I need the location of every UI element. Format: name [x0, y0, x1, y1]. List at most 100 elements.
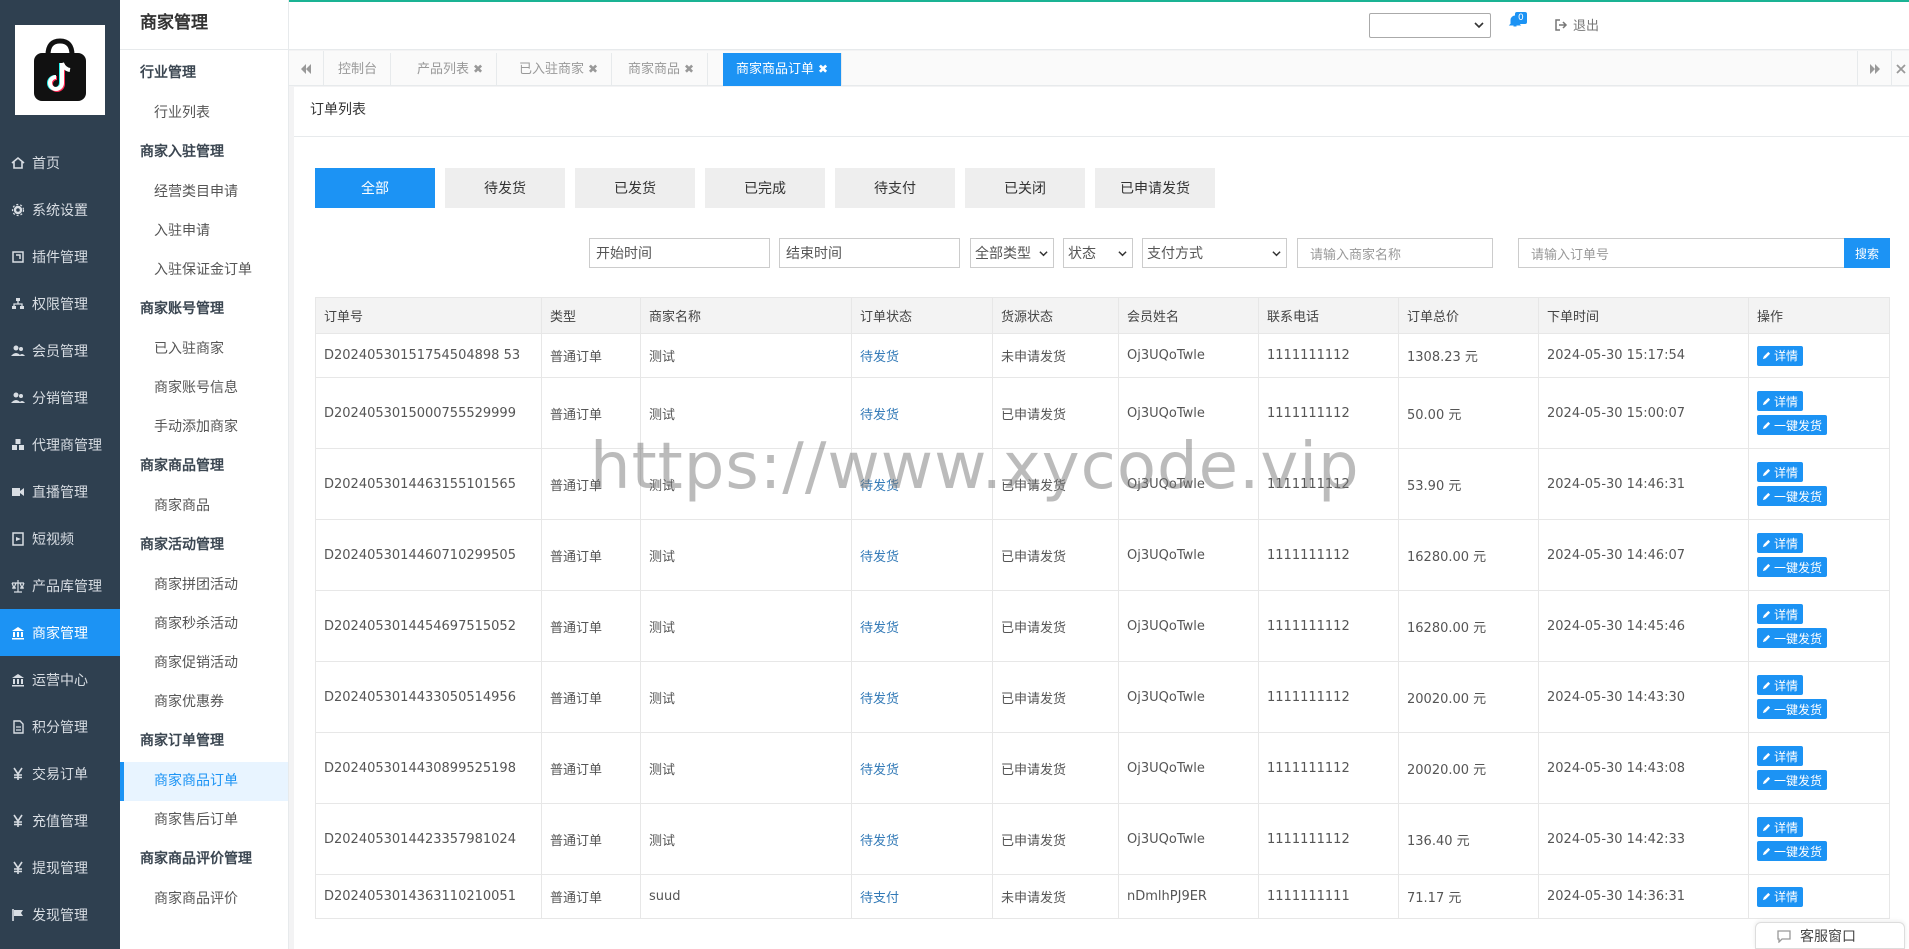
detail-button[interactable]: 详情 — [1757, 886, 1804, 907]
subnav-item[interactable]: 商家商品订单 — [120, 762, 288, 801]
detail-button[interactable]: 详情 — [1757, 675, 1804, 695]
status-filter-button[interactable]: 已关闭 — [965, 168, 1085, 208]
edit-icon — [1762, 752, 1771, 760]
cell-status[interactable]: 待发货 — [851, 519, 993, 591]
ship-button[interactable]: 一键发货 — [1757, 486, 1828, 506]
detail-button[interactable]: 详情 — [1757, 817, 1804, 837]
subnav-group-title[interactable]: 行业管理 — [140, 62, 196, 82]
subnav-item[interactable]: 入驻保证金订单 — [120, 251, 288, 290]
pay-method-select[interactable]: 支付方式 — [1142, 238, 1287, 268]
detail-button[interactable]: 详情 — [1757, 604, 1804, 624]
top-select[interactable] — [1369, 13, 1491, 38]
type-select[interactable]: 全部类型 — [970, 238, 1054, 268]
subnav-item[interactable]: 商家优惠券 — [120, 683, 288, 722]
ship-button[interactable]: 一键发货 — [1757, 699, 1828, 719]
nav-item-1[interactable]: 首页 — [0, 139, 120, 186]
ship-button[interactable]: 一键发货 — [1757, 770, 1828, 790]
tab-4[interactable]: 商家商品 ✖ — [615, 53, 709, 86]
status-filter-button[interactable]: 已申请发货 — [1095, 168, 1215, 208]
edit-icon — [1762, 563, 1771, 571]
subnav-item[interactable]: 商家商品 — [120, 487, 288, 526]
detail-button[interactable]: 详情 — [1757, 391, 1804, 411]
tabs-scroll-left[interactable] — [289, 51, 324, 86]
subnav-group-title[interactable]: 商家商品管理 — [140, 455, 224, 475]
subnav-group-title[interactable]: 商家账号管理 — [140, 298, 224, 318]
nav-item-7[interactable]: 代理商管理 — [0, 421, 120, 468]
subnav-item[interactable]: 经营类目申请 — [120, 173, 288, 212]
nav-item-9[interactable]: 短视频 — [0, 515, 120, 562]
tab-close-icon[interactable]: ✖ — [588, 62, 598, 76]
cell-status[interactable]: 待发货 — [851, 333, 993, 378]
nav-item-2[interactable]: 系统设置 — [0, 186, 120, 233]
status-filter-button[interactable]: 全部 — [315, 168, 435, 208]
app-logo[interactable] — [15, 25, 105, 115]
cell-status[interactable]: 待发货 — [851, 803, 993, 875]
ship-button[interactable]: 一键发货 — [1757, 415, 1828, 435]
detail-button[interactable]: 详情 — [1757, 345, 1804, 366]
status-filter-button[interactable]: 已完成 — [705, 168, 825, 208]
subnav-item[interactable]: 商家商品评价 — [120, 880, 288, 919]
nav-item-17[interactable]: 发现管理 — [0, 891, 120, 938]
cell-type: 普通订单 — [541, 333, 641, 378]
nav-item-label: 权限管理 — [32, 296, 88, 313]
subnav-item[interactable]: 商家拼团活动 — [120, 566, 288, 605]
status-select[interactable]: 状态 — [1063, 238, 1133, 268]
subnav-group-title[interactable]: 商家活动管理 — [140, 534, 224, 554]
subnav-group-title[interactable]: 商家入驻管理 — [140, 141, 224, 161]
nav-item-11[interactable]: 商家管理 — [0, 609, 120, 656]
tab-close-icon[interactable]: ✖ — [473, 62, 483, 76]
subnav-item[interactable]: 商家秒杀活动 — [120, 605, 288, 644]
search-button[interactable]: 搜索 — [1844, 238, 1890, 268]
detail-button[interactable]: 详情 — [1757, 533, 1804, 553]
detail-button[interactable]: 详情 — [1757, 746, 1804, 766]
customer-service-window[interactable]: 客服窗口 — [1755, 922, 1905, 949]
cell-status[interactable]: 待发货 — [851, 661, 993, 733]
ship-button[interactable]: 一键发货 — [1757, 628, 1828, 648]
cell-status[interactable]: 待发货 — [851, 590, 993, 662]
cell-status[interactable]: 待发货 — [851, 448, 993, 520]
tab-close-icon[interactable]: ✖ — [818, 62, 828, 76]
subnav-group-title[interactable]: 商家订单管理 — [140, 730, 224, 750]
subnav-item[interactable]: 入驻申请 — [120, 212, 288, 251]
nav-item-8[interactable]: 直播管理 — [0, 468, 120, 515]
subnav-item[interactable]: 商家促销活动 — [120, 644, 288, 683]
tab-5[interactable]: 商家商品订单 ✖ — [723, 53, 843, 86]
nav-item-10[interactable]: 产品库管理 — [0, 562, 120, 609]
tab-1[interactable]: 控制台 — [325, 53, 392, 86]
nav-item-14[interactable]: 交易订单 — [0, 750, 120, 797]
end-time-input[interactable]: 结束时间 — [779, 238, 960, 268]
order-no-input[interactable]: 请输入订单号 — [1518, 238, 1846, 268]
cell-source: 未申请发货 — [992, 874, 1119, 919]
nav-item-6[interactable]: 分销管理 — [0, 374, 120, 421]
merchant-name-input[interactable]: 请输入商家名称 — [1297, 238, 1493, 268]
cell-status[interactable]: 待发货 — [851, 377, 993, 449]
nav-item-12[interactable]: 运营中心 — [0, 656, 120, 703]
tab-2[interactable]: 产品列表 ✖ — [404, 53, 498, 86]
start-time-input[interactable]: 开始时间 — [589, 238, 770, 268]
nav-item-5[interactable]: 会员管理 — [0, 327, 120, 374]
nav-item-16[interactable]: 提现管理 — [0, 844, 120, 891]
ship-button[interactable]: 一键发货 — [1757, 841, 1828, 861]
subnav-item[interactable]: 行业列表 — [120, 94, 288, 133]
ship-button[interactable]: 一键发货 — [1757, 557, 1828, 577]
nav-item-3[interactable]: 插件管理 — [0, 233, 120, 280]
tabs-close-all[interactable] — [1892, 51, 1909, 86]
logout-button[interactable]: 退出 — [1554, 15, 1599, 34]
tab-close-icon[interactable]: ✖ — [684, 62, 694, 76]
tab-3[interactable]: 已入驻商家 ✖ — [506, 53, 613, 86]
subnav-group-title[interactable]: 商家商品评价管理 — [140, 848, 252, 868]
status-filter-button[interactable]: 待支付 — [835, 168, 955, 208]
nav-item-4[interactable]: 权限管理 — [0, 280, 120, 327]
subnav-item[interactable]: 手动添加商家 — [120, 408, 288, 447]
status-filter-button[interactable]: 待发货 — [445, 168, 565, 208]
detail-button[interactable]: 详情 — [1757, 462, 1804, 482]
tabs-scroll-right[interactable] — [1857, 51, 1892, 86]
cell-status[interactable]: 待支付 — [851, 874, 993, 919]
nav-item-15[interactable]: 充值管理 — [0, 797, 120, 844]
subnav-item[interactable]: 已入驻商家 — [120, 330, 288, 369]
status-filter-button[interactable]: 已发货 — [575, 168, 695, 208]
subnav-item[interactable]: 商家售后订单 — [120, 801, 288, 840]
subnav-item[interactable]: 商家账号信息 — [120, 369, 288, 408]
nav-item-13[interactable]: 积分管理 — [0, 703, 120, 750]
cell-status[interactable]: 待发货 — [851, 732, 993, 804]
